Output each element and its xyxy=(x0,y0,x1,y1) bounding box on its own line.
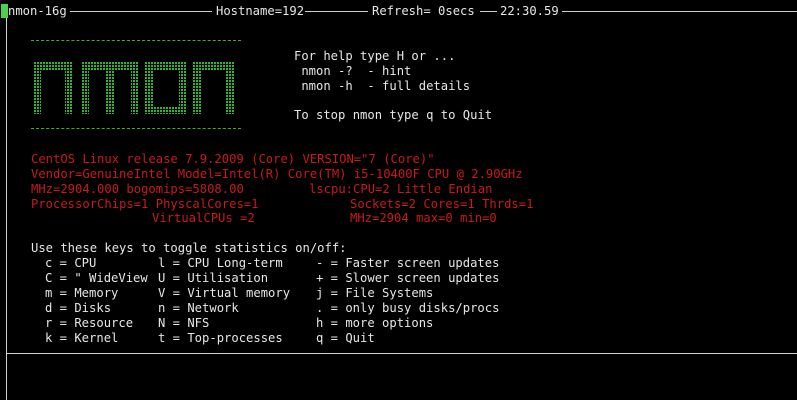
key-disks: d = Disks xyxy=(45,301,112,315)
frame-top-mid1 xyxy=(70,11,212,12)
key-utilisation: U = Utilisation xyxy=(158,271,269,285)
help-line-2: nmon -? - hint xyxy=(294,64,412,78)
terminal-cursor xyxy=(1,4,8,18)
key-network: n = Network xyxy=(158,301,239,315)
keys-intro: Use these keys to toggle statistics on/o… xyxy=(31,241,347,255)
frame-top-right xyxy=(562,11,797,12)
window-title: nmon-16g xyxy=(8,4,67,18)
frame-separator xyxy=(6,353,797,354)
logo-letter-n2 xyxy=(193,62,234,114)
key-nfs: N = NFS xyxy=(158,316,210,330)
help-line-4: To stop nmon type q to Quit xyxy=(294,108,493,122)
key-top-processes: t = Top-processes xyxy=(158,331,283,345)
mhz-max-min: MHz=2904 max=0 min=0 xyxy=(350,211,497,225)
key-file-systems: j = File Systems xyxy=(316,286,434,300)
key-more-options: h = more options xyxy=(316,316,434,330)
sockets-info: Sockets=2 Cores=1 Thrds=1 xyxy=(350,197,534,211)
help-line-1: For help type H or ... xyxy=(294,49,456,63)
key-memory: m = Memory xyxy=(45,286,119,300)
frame-top-mid2 xyxy=(305,11,368,12)
logo-rule-top xyxy=(31,40,241,41)
refresh-label: Refresh= 0secs xyxy=(372,4,475,18)
key-wideview: C = " WideView xyxy=(45,271,148,285)
lscpu-info: lscpu:CPU=2 Little Endian xyxy=(309,182,493,196)
hostname-label: Hostname=192 xyxy=(216,4,305,18)
os-release: CentOS Linux release 7.9.2009 (Core) VER… xyxy=(31,152,435,166)
help-line-3: nmon -h - full details xyxy=(294,79,471,93)
cpu-vendor: Vendor=GenuineIntel Model=Intel(R) Core(… xyxy=(31,167,523,181)
logo-rule-bottom xyxy=(31,128,241,129)
frame-top-mid3 xyxy=(480,11,497,12)
key-resource: r = Resource xyxy=(45,316,134,330)
key-kernel: k = Kernel xyxy=(45,331,119,345)
cpu-mhz: MHz=2904.000 bogomips=5808.00 xyxy=(31,182,244,196)
frame-left xyxy=(6,11,7,400)
clock: 22:30.59 xyxy=(500,4,559,18)
nmon-logo xyxy=(33,62,234,114)
key-virtual-memory: V = Virtual memory xyxy=(158,286,291,300)
key-cpu: c = CPU xyxy=(45,256,97,270)
virtual-cpus: VirtualCPUs =2 xyxy=(152,211,255,225)
key-cpu-long-term: l = CPU Long-term xyxy=(158,256,283,270)
key-faster-updates: - = Faster screen updates xyxy=(316,256,500,270)
key-slower-updates: + = Slower screen updates xyxy=(316,271,500,285)
logo-letter-m xyxy=(81,62,139,114)
key-quit: q = Quit xyxy=(316,331,375,345)
logo-letter-n1 xyxy=(33,62,73,114)
key-busy-disks: . = only busy disks/procs xyxy=(316,301,500,315)
processor-chips: ProcessorChips=1 PhyscalCores=1 xyxy=(31,197,259,211)
logo-letter-o xyxy=(145,62,187,114)
